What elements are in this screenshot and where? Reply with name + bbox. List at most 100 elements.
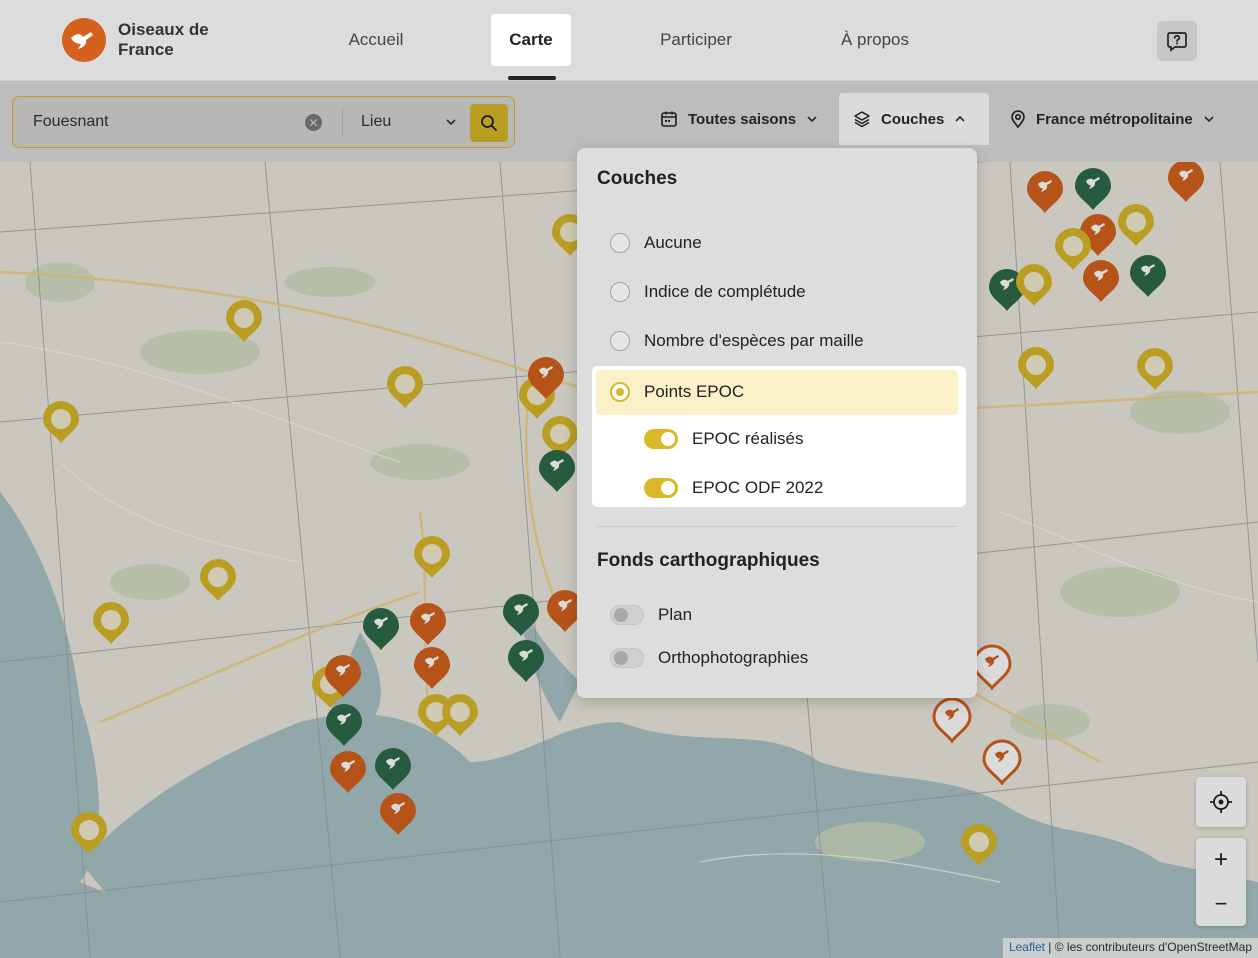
layer-option-points-epoc[interactable]: Points EPOC [596, 370, 958, 415]
help-button[interactable] [1157, 21, 1197, 61]
epoc-green-marker[interactable] [361, 606, 401, 654]
epoc-realises-option[interactable]: EPOC réalisés [644, 419, 803, 459]
layers-panel-title: Couches [597, 168, 678, 189]
epoc-orange-marker[interactable] [1081, 258, 1121, 306]
radio-points-epoc[interactable] [610, 382, 630, 402]
layers-button[interactable]: Couches [839, 93, 989, 145]
attribution-text: | © les contributeurs d'OpenStreetMap [1044, 940, 1252, 954]
epoc-yellow-marker[interactable] [412, 534, 452, 582]
active-nav-indicator [508, 76, 556, 80]
search-icon [481, 115, 497, 131]
leaflet-link[interactable]: Leaflet [1009, 940, 1045, 954]
search-button[interactable] [470, 104, 508, 142]
epoc-orange-marker[interactable] [412, 645, 452, 693]
epoc-yellow-marker[interactable] [41, 399, 81, 447]
toggle-plan[interactable] [610, 605, 644, 625]
epoc-outline-marker[interactable] [972, 644, 1012, 692]
epoc-orange-marker[interactable] [378, 791, 418, 839]
chevron-down-icon [807, 116, 817, 123]
epoc-green-marker[interactable] [501, 592, 541, 640]
epoc-yellow-marker[interactable] [1014, 262, 1054, 310]
toggle-epoc-odf[interactable] [644, 478, 678, 498]
epoc-yellow-marker[interactable] [1135, 346, 1175, 394]
map-attribution: Leaflet | © les contributeurs d'OpenStre… [1002, 938, 1258, 958]
layer-option-aucune[interactable]: Aucune [597, 223, 957, 263]
nav-a-propos[interactable]: À propos [822, 14, 928, 66]
map-pin-icon [1011, 110, 1025, 128]
search-type-label: Lieu [361, 113, 392, 130]
zoom-in-button[interactable]: + [1196, 838, 1246, 882]
epoc-yellow-marker[interactable] [959, 822, 999, 870]
layer-option-label: Nombre d'espèces par maille [644, 331, 864, 350]
basemap-ortho[interactable]: Orthophotographies [610, 638, 808, 678]
epoc-outline-marker[interactable] [932, 697, 972, 745]
epoc-green-marker[interactable] [537, 448, 577, 496]
layer-option-label: Indice de complétude [644, 282, 806, 301]
epoc-yellow-marker[interactable] [198, 557, 238, 605]
epoc-yellow-marker[interactable] [1116, 202, 1156, 250]
layer-option-label: Aucune [644, 233, 702, 252]
locate-button[interactable] [1196, 777, 1246, 827]
chevron-down-icon [1204, 116, 1214, 123]
bird-logo-icon [62, 18, 106, 62]
epoc-orange-marker[interactable] [526, 355, 566, 403]
epoc-options-box: Points EPOC EPOC réalisés EPOC ODF 2022 [592, 366, 966, 507]
layer-option-especes[interactable]: Nombre d'espèces par maille [597, 321, 957, 361]
epoc-yellow-marker[interactable] [91, 600, 131, 648]
epoc-orange-marker[interactable] [1025, 169, 1065, 217]
crosshair-icon [1210, 791, 1232, 813]
toggle-epoc-realises[interactable] [644, 429, 678, 449]
layer-option-completude[interactable]: Indice de complétude [597, 272, 957, 312]
search-input[interactable] [21, 105, 301, 139]
toggle-ortho[interactable] [610, 648, 644, 668]
epoc-green-marker[interactable] [506, 638, 546, 686]
nav-participer[interactable]: Participer [640, 14, 752, 66]
clear-icon[interactable]: ✕ [305, 114, 322, 131]
basemap-label: Orthophotographies [658, 648, 809, 667]
epoc-green-marker[interactable] [1073, 166, 1113, 214]
season-filter-label: Toutes saisons [688, 110, 797, 128]
basemap-plan[interactable]: Plan [610, 595, 692, 635]
search-divider [342, 107, 343, 137]
region-filter-label: France métropolitaine [1036, 110, 1193, 128]
radio-especes[interactable] [610, 331, 630, 351]
zoom-out-button[interactable]: − [1196, 882, 1246, 926]
brand-name: Oiseaux de France [118, 20, 209, 59]
season-filter-button[interactable]: Toutes saisons [646, 93, 832, 145]
epoc-yellow-marker[interactable] [1016, 345, 1056, 393]
epoc-orange-marker[interactable] [328, 749, 368, 797]
region-filter-button[interactable]: France métropolitaine [996, 93, 1229, 145]
epoc-green-marker[interactable] [324, 702, 364, 750]
layer-option-row: Points EPOC [596, 372, 956, 412]
layers-label: Couches [881, 110, 945, 128]
radio-aucune[interactable] [610, 233, 630, 253]
epoc-green-marker[interactable] [1128, 253, 1168, 301]
nav-accueil[interactable]: Accueil [330, 14, 422, 66]
epoc-yellow-marker[interactable] [440, 692, 480, 740]
search-type-select[interactable]: Lieu [361, 107, 457, 137]
sub-option-label: EPOC réalisés [692, 429, 804, 448]
radio-completude[interactable] [610, 282, 630, 302]
chevron-down-icon [446, 119, 456, 126]
epoc-yellow-marker[interactable] [69, 810, 109, 858]
basemaps-title: Fonds carthographiques [597, 550, 820, 571]
chevron-up-icon [955, 115, 965, 122]
epoc-green-marker[interactable] [373, 746, 413, 794]
header: Oiseaux de France Accueil Carte Particip… [0, 0, 1258, 81]
basemap-label: Plan [658, 605, 693, 624]
nav-carte[interactable]: Carte [491, 14, 571, 66]
epoc-yellow-marker[interactable] [385, 364, 425, 412]
epoc-odf-option[interactable]: EPOC ODF 2022 [644, 468, 823, 508]
epoc-yellow-marker[interactable] [224, 298, 264, 346]
epoc-orange-marker[interactable] [1166, 162, 1206, 206]
zoom-control: + − [1196, 838, 1246, 926]
search-bar: ✕ Lieu [12, 96, 515, 148]
epoc-outline-marker[interactable] [982, 739, 1022, 787]
calendar-icon [661, 111, 677, 127]
layer-option-label: Points EPOC [644, 382, 745, 401]
panel-divider [597, 526, 957, 527]
brand-logo[interactable]: Oiseaux de France [62, 18, 228, 62]
epoc-orange-marker[interactable] [323, 653, 363, 701]
layers-icon [854, 111, 870, 128]
epoc-orange-marker[interactable] [408, 601, 448, 649]
